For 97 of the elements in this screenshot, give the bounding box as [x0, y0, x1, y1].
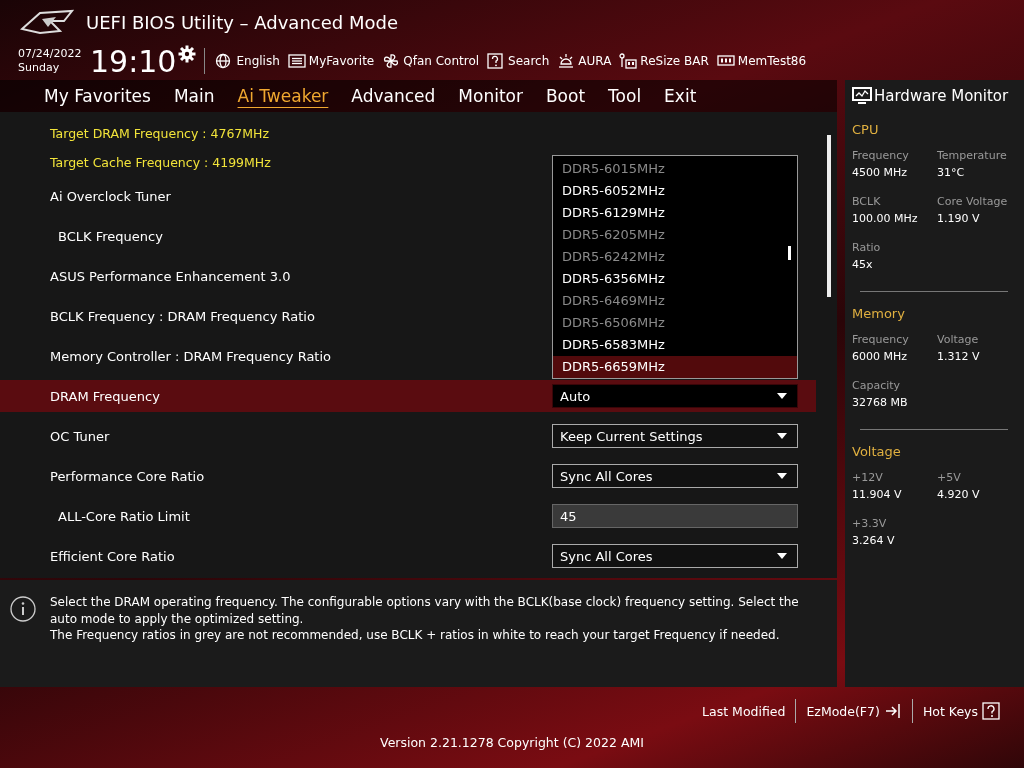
stat-value: 1.312 V	[937, 350, 981, 363]
dropdown[interactable]: Keep Current Settings	[552, 424, 798, 448]
toolbar-button[interactable]: ReSize BAR	[619, 53, 714, 69]
section-title: Voltage	[852, 444, 902, 459]
setting-label[interactable]: Efficient Core Ratio	[50, 548, 175, 564]
stat-value: 4500 MHz	[852, 166, 909, 179]
dropdown-option[interactable]: DDR5-6015MHz	[553, 158, 797, 180]
help-text: Select the DRAM operating frequency. The configurable options vary with the BCLK(base clock) frequency setting. Select the auto mode to apply the optimized setting.	[50, 594, 800, 627]
stat-label: Frequency	[852, 149, 910, 162]
setting-label[interactable]: DRAM Frequency	[50, 388, 160, 404]
stat-value: 31°C	[937, 166, 966, 179]
dropdown-option[interactable]: DDR5-6659MHz	[553, 356, 797, 378]
setting-label[interactable]: Ai Overclock Tuner	[50, 188, 171, 204]
info-icon	[10, 596, 36, 622]
panel-title: Hardware Monitor	[874, 87, 1009, 105]
caret-icon	[777, 433, 787, 439]
setting-label[interactable]: ALL-Core Ratio Limit	[58, 508, 190, 524]
menu-tab[interactable]: Tool	[600, 84, 650, 108]
scrollbar[interactable]	[827, 135, 831, 297]
toolbar-button[interactable]: AURA	[557, 53, 617, 69]
dropdown-list[interactable]: DDR5-6015MHz DDR5-6052MHz DDR5-6129MHz DDR5-6205MHz DDR5-6242MHz DDR5-6356MHz DDR5-6469MHz DDR5-6506MHz DDR5-6583MHz DDR5-6659MHz	[552, 155, 798, 379]
stat-value: 6000 MHz	[852, 350, 909, 363]
setting-label[interactable]: BCLK Frequency : DRAM Frequency Ratio	[50, 308, 315, 324]
dropdown[interactable]: Auto	[552, 384, 798, 408]
stat-label: Ratio	[852, 241, 882, 254]
menu-tab[interactable]: Exit	[656, 84, 705, 108]
dropdown-option[interactable]: DDR5-6205MHz	[553, 224, 797, 246]
dropdown[interactable]: Sync All Cores	[552, 464, 798, 488]
list-icon	[287, 53, 306, 69]
footer-button[interactable]: Hot Keys	[912, 702, 1010, 720]
lamp-icon	[557, 53, 576, 69]
day-text: Sunday	[18, 61, 61, 75]
stat-label: Capacity	[852, 379, 902, 392]
dropdown-option[interactable]: DDR5-6506MHz	[553, 312, 797, 334]
caret-icon	[777, 473, 787, 479]
menu-tab[interactable]: My Favorites	[36, 84, 159, 108]
stat-value: 1.190 V	[937, 212, 981, 225]
stat-label: Core Voltage	[937, 195, 1009, 208]
stat-value: 4.920 V	[937, 488, 981, 501]
stat-value: 32768 MB	[852, 396, 909, 409]
stat-label: Temperature	[937, 149, 1008, 162]
setting-label[interactable]: OC Tuner	[50, 428, 110, 444]
stat-label: +12V	[852, 471, 884, 484]
version-text: Version 2.21.1278 Copyright (C) 2022 AMI	[379, 735, 645, 750]
toolbar-button[interactable]: MemTest86	[716, 53, 812, 69]
caret-icon	[777, 553, 787, 559]
exit-icon	[883, 703, 902, 719]
section-title: Memory	[852, 306, 906, 321]
stat-value: 45x	[852, 258, 874, 271]
setting-label[interactable]: Memory Controller : DRAM Frequency Ratio	[50, 348, 332, 364]
setting-label[interactable]: ASUS Performance Enhancement 3.0	[50, 268, 291, 284]
info-text: Target Cache Frequency : 4199MHz	[50, 155, 271, 170]
info-text: Target DRAM Frequency : 4767MHz	[50, 126, 270, 141]
setting-label[interactable]: Performance Core Ratio	[50, 468, 205, 484]
setting-label[interactable]: BCLK Frequency	[58, 228, 163, 244]
stat-value: 3.264 V	[852, 534, 896, 547]
input-field[interactable]: 45	[552, 504, 798, 528]
menu-tab[interactable]: Main	[165, 84, 223, 108]
section-title: CPU	[852, 122, 880, 137]
date-text: 07/24/2022	[18, 47, 83, 61]
menu-tab[interactable]: Monitor	[450, 84, 531, 108]
dropdown-option[interactable]: DDR5-6242MHz	[553, 246, 797, 268]
settings-icon	[178, 45, 197, 63]
scrollbar[interactable]	[788, 246, 791, 260]
window-title: UEFI BIOS Utility – Advanced Mode	[86, 11, 398, 33]
toolbar-button[interactable]: Search	[487, 53, 555, 69]
help-text: The Frequency ratios in grey are not recommended, use BCLK + ratios in white to reach your target Frequency if needed.	[50, 627, 781, 644]
footer-button[interactable]: Last Modified	[692, 703, 796, 719]
menu-tab[interactable]: Ai Tweaker	[229, 84, 337, 108]
toolbar-button[interactable]: Qfan Control	[382, 53, 485, 69]
stat-label: +3.3V	[852, 517, 888, 530]
question-icon	[487, 53, 506, 69]
fan-icon	[382, 53, 401, 69]
toolbar-button[interactable]: English	[215, 53, 285, 69]
memory-icon	[716, 53, 735, 69]
dropdown-option[interactable]: DDR5-6356MHz	[553, 268, 797, 290]
clock-time: 19:10	[90, 43, 177, 79]
dropdown-option[interactable]: DDR5-6052MHz	[553, 180, 797, 202]
footer-button[interactable]: EzMode(F7)	[796, 703, 912, 719]
monitor-icon	[852, 87, 872, 105]
card-icon	[619, 53, 638, 69]
dropdown-option[interactable]: DDR5-6129MHz	[553, 202, 797, 224]
menu-tab[interactable]: Advanced	[343, 84, 444, 108]
stat-label: +5V	[937, 471, 962, 484]
dropdown[interactable]: Sync All Cores	[552, 544, 798, 568]
toolbar-button[interactable]: MyFavorite	[287, 53, 380, 69]
dropdown-option[interactable]: DDR5-6583MHz	[553, 334, 797, 356]
menu-tab[interactable]: Boot	[537, 84, 594, 108]
stat-label: BCLK	[852, 195, 882, 208]
logo-drawing	[20, 7, 76, 37]
caret-icon	[777, 393, 787, 399]
dropdown-option[interactable]: DDR5-6469MHz	[553, 290, 797, 312]
stat-value: 11.904 V	[852, 488, 903, 501]
stat-value: 100.00 MHz	[852, 212, 919, 225]
help-icon	[982, 702, 1000, 720]
stat-label: Frequency	[852, 333, 910, 346]
stat-label: Voltage	[937, 333, 980, 346]
